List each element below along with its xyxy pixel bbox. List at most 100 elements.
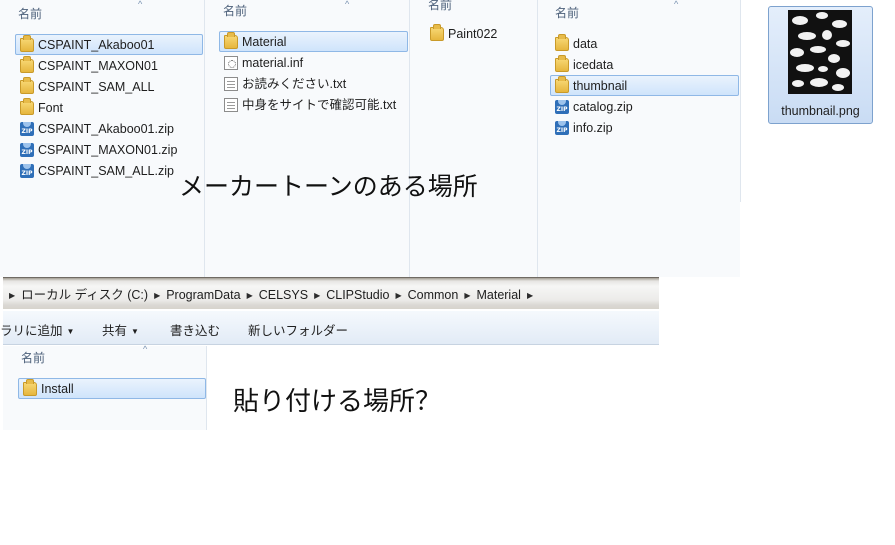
nav-list: Install <box>18 378 206 399</box>
zip-icon: ZIP <box>20 143 34 157</box>
item-label: CSPAINT_MAXON01 <box>38 59 158 73</box>
folder-icon <box>20 77 34 94</box>
file-list-col1: CSPAINT_Akaboo01 CSPAINT_MAXON01 CSPAINT… <box>15 34 203 181</box>
sort-ascending-icon: ^ <box>345 0 350 9</box>
chevron-right-icon[interactable]: ▶ <box>393 291 403 300</box>
share-label: 共有 <box>102 324 128 338</box>
chevron-right-icon[interactable]: ▶ <box>525 291 535 300</box>
name-column-header[interactable]: 名前 <box>555 4 579 22</box>
item-label: catalog.zip <box>573 100 633 114</box>
zip-icon: ZIP <box>555 100 569 114</box>
sort-ascending-icon: ^ <box>143 344 148 354</box>
list-item[interactable]: ZIP catalog.zip <box>550 96 739 117</box>
zip-icon: ZIP <box>20 122 34 136</box>
list-item[interactable]: ZIP info.zip <box>550 117 739 138</box>
column-divider[interactable] <box>204 0 205 277</box>
item-label: thumbnail <box>573 79 628 93</box>
new-folder-button[interactable]: 新しいフォルダー <box>248 320 348 339</box>
breadcrumb-item[interactable]: ローカル ディスク (C:) <box>17 284 152 303</box>
file-list-col3: Paint022 <box>425 23 535 44</box>
annotation-upper: メーカートーンのある場所 <box>179 172 478 201</box>
zip-icon: ZIP <box>20 164 34 178</box>
burn-button[interactable]: 書き込む <box>170 320 220 339</box>
item-label: info.zip <box>573 121 613 135</box>
item-label: 中身をサイトで確認可能.txt <box>242 98 397 112</box>
add-to-library-button[interactable]: ラリに追加 ▼ <box>0 320 74 339</box>
name-column-header[interactable]: 名前 <box>18 5 42 23</box>
file-list-col2: Material material.inf お読みください.txt 中身をサイト… <box>219 31 408 115</box>
name-column-header[interactable]: 名前 <box>428 0 452 14</box>
list-item[interactable]: material.inf <box>219 52 408 73</box>
breadcrumb: ▶ ローカル ディスク (C:) ▶ ProgramData ▶ CELSYS ▶ CLIPS… <box>7 284 535 303</box>
item-label: CSPAINT_Akaboo01 <box>38 38 155 52</box>
chevron-right-icon[interactable]: ▶ <box>152 291 162 300</box>
zip-icon: ZIP <box>555 121 569 135</box>
image-thumbnail-icon <box>788 10 852 94</box>
item-label: icedata <box>573 58 614 72</box>
text-file-icon <box>224 77 238 91</box>
folder-icon <box>20 35 34 52</box>
inf-file-icon <box>224 56 238 70</box>
column-divider[interactable] <box>740 0 741 202</box>
sort-ascending-icon: ^ <box>138 0 143 9</box>
breadcrumb-item[interactable]: CELSYS <box>255 288 312 302</box>
file-list-col4: data icedata thumbnail ZIP catalog.zip ZI… <box>550 33 739 138</box>
folder-icon <box>555 76 569 93</box>
list-item[interactable]: Paint022 <box>425 23 535 44</box>
breadcrumb-item[interactable]: Common <box>404 288 463 302</box>
item-label: CSPAINT_MAXON01.zip <box>38 143 178 157</box>
folder-icon <box>23 379 37 396</box>
thumbnail-file-label: thumbnail.png <box>781 104 860 118</box>
list-item[interactable]: CSPAINT_SAM_ALL <box>15 76 203 97</box>
item-label: data <box>573 37 598 51</box>
list-item[interactable]: ZIP CSPAINT_SAM_ALL.zip <box>15 160 203 181</box>
chevron-down-icon: ▼ <box>131 327 139 336</box>
list-item[interactable]: CSPAINT_MAXON01 <box>15 55 203 76</box>
item-label: お読みください.txt <box>242 77 347 91</box>
list-item[interactable]: 中身をサイトで確認可能.txt <box>219 94 408 115</box>
item-label: CSPAINT_SAM_ALL <box>38 80 155 94</box>
item-label: Font <box>38 101 64 115</box>
list-item[interactable]: Font <box>15 97 203 118</box>
sort-ascending-icon: ^ <box>674 0 679 9</box>
breadcrumb-item[interactable]: Material <box>472 288 524 302</box>
folder-icon <box>555 55 569 72</box>
chevron-right-icon[interactable]: ▶ <box>312 291 322 300</box>
name-column-header[interactable]: 名前 <box>223 2 247 20</box>
list-item[interactable]: ZIP CSPAINT_Akaboo01.zip <box>15 118 203 139</box>
item-label: CSPAINT_Akaboo01.zip <box>38 122 174 136</box>
list-item[interactable]: thumbnail <box>550 75 739 96</box>
item-label: Paint022 <box>448 27 498 41</box>
item-label: Install <box>41 382 74 396</box>
add-to-library-label: ラリに追加 <box>0 324 63 338</box>
list-item[interactable]: data <box>550 33 739 54</box>
list-item[interactable]: ZIP CSPAINT_MAXON01.zip <box>15 139 203 160</box>
command-toolbar: ラリに追加 ▼ 共有 ▼ 書き込む 新しいフォルダー <box>0 311 659 345</box>
list-item[interactable]: Material <box>219 31 408 52</box>
item-label: material.inf <box>242 56 304 70</box>
text-file-icon <box>224 98 238 112</box>
address-bar[interactable]: ▶ ローカル ディスク (C:) ▶ ProgramData ▶ CELSYS ▶ CLIPS… <box>3 277 659 309</box>
column-divider[interactable] <box>409 0 410 277</box>
name-column-header[interactable]: 名前 <box>21 349 45 367</box>
column-divider[interactable] <box>537 0 538 277</box>
list-item[interactable]: お読みください.txt <box>219 73 408 94</box>
breadcrumb-item[interactable]: CLIPStudio <box>322 288 393 302</box>
share-button[interactable]: 共有 ▼ <box>102 320 139 339</box>
folder-icon <box>224 32 238 49</box>
breadcrumb-item[interactable]: ProgramData <box>162 288 244 302</box>
navigation-pane: 名前 ^ Install <box>3 344 207 430</box>
folder-icon <box>555 34 569 51</box>
chevron-right-icon[interactable]: ▶ <box>462 291 472 300</box>
list-item[interactable]: Install <box>18 378 206 399</box>
folder-icon <box>20 56 34 73</box>
thumbnail-file-tile[interactable]: thumbnail.png <box>768 6 873 124</box>
chevron-down-icon: ▼ <box>66 327 75 336</box>
list-item[interactable]: CSPAINT_Akaboo01 <box>15 34 203 55</box>
item-label: Material <box>242 35 287 49</box>
folder-icon <box>430 24 444 41</box>
chevron-right-icon[interactable]: ▶ <box>245 291 255 300</box>
annotation-lower: 貼り付ける場所？ <box>233 387 442 417</box>
chevron-right-icon[interactable]: ▶ <box>7 291 17 300</box>
list-item[interactable]: icedata <box>550 54 739 75</box>
